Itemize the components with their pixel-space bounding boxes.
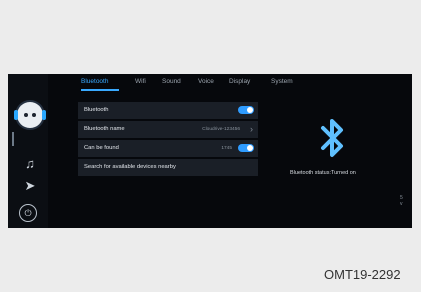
search-devices-label: Search for available devices nearby [84, 164, 176, 170]
can-be-found-row[interactable]: Can be found 1745 [78, 140, 258, 157]
left-sidebar: ♫ ➤ ⏻ [8, 74, 48, 228]
music-note-icon[interactable]: ♫ [22, 156, 38, 172]
bluetooth-toggle[interactable] [238, 106, 254, 114]
toggle-knob [247, 145, 253, 151]
tab-sound[interactable]: Sound [162, 78, 181, 85]
search-devices-row[interactable]: Search for available devices nearby [78, 159, 258, 176]
infotainment-screen: ♫ ➤ ⏻ Bluetooth Wifi Sound Voice Display… [8, 74, 412, 228]
tab-wifi[interactable]: Wifi [135, 78, 146, 85]
avatar-ear-right [42, 110, 46, 120]
bluetooth-name-label: Bluetooth name [84, 126, 125, 132]
tab-system[interactable]: System [271, 78, 293, 85]
power-icon[interactable]: ⏻ [19, 204, 37, 222]
tab-voice[interactable]: Voice [198, 78, 214, 85]
figure-code: OMT19-2292 [324, 267, 401, 282]
bluetooth-toggle-row[interactable]: Bluetooth [78, 102, 258, 119]
tab-bluetooth[interactable]: Bluetooth [81, 78, 108, 85]
toggle-knob [247, 107, 253, 113]
bluetooth-name-row[interactable]: Bluetooth name Cloudrive-123456 › [78, 121, 258, 138]
can-be-found-value: 1745 [221, 145, 232, 151]
bluetooth-settings-panel: Bluetooth Bluetooth name Cloudrive-12345… [78, 102, 258, 186]
side-control-bottom[interactable]: v [400, 201, 403, 207]
active-tab-underline [81, 89, 119, 91]
avatar-eye-right [32, 113, 36, 117]
robot-avatar-icon[interactable] [14, 102, 46, 128]
avatar-eye-left [24, 113, 28, 117]
bluetooth-icon [321, 119, 343, 157]
bluetooth-name-value: Cloudrive-123456 [202, 126, 240, 132]
tab-display[interactable]: Display [229, 78, 250, 85]
bluetooth-label: Bluetooth [84, 107, 109, 113]
sidebar-indicator [12, 132, 14, 146]
chevron-right-icon: › [250, 124, 253, 134]
bluetooth-status-text: Bluetooth status:Turned on [290, 170, 356, 176]
navigation-arrow-icon[interactable]: ➤ [22, 178, 38, 194]
right-side-controls[interactable]: 5 v [400, 195, 403, 207]
can-be-found-toggle[interactable] [238, 144, 254, 152]
avatar-ear-left [14, 110, 18, 120]
can-be-found-label: Can be found [84, 145, 119, 151]
